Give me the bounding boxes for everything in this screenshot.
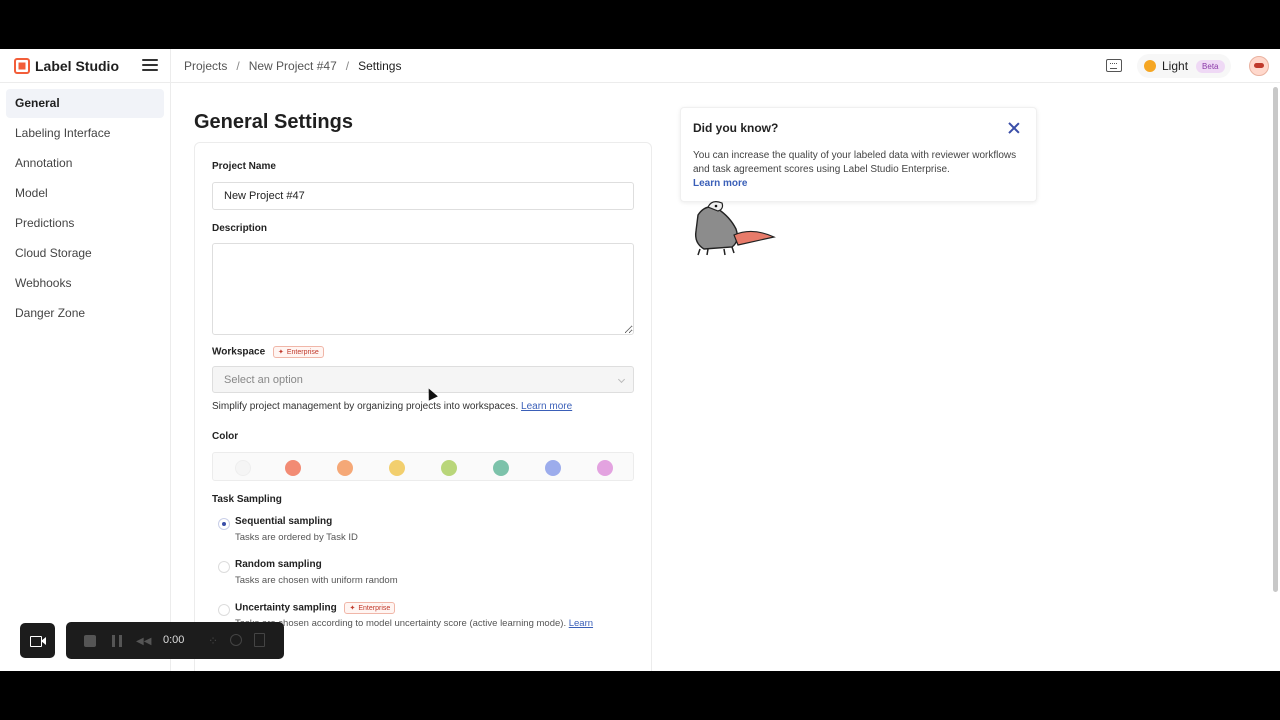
sidebar-item-general[interactable]: General: [6, 89, 164, 118]
camera-icon[interactable]: [20, 623, 55, 658]
tip-body: You can increase the quality of your lab…: [693, 149, 1023, 191]
app-window: Label Studio Projects / New Project #47 …: [0, 49, 1280, 671]
breadcrumb-separator: /: [345, 59, 350, 73]
color-swatch-red[interactable]: [285, 460, 301, 476]
divider: [170, 49, 171, 83]
stop-icon[interactable]: [84, 635, 96, 647]
chevron-down-icon: [617, 375, 626, 384]
description-label: Description: [212, 223, 268, 234]
theme-toggle[interactable]: Light Beta: [1137, 54, 1231, 78]
description-textarea[interactable]: [212, 243, 634, 335]
enterprise-badge-text: Enterprise: [286, 348, 319, 356]
enterprise-badge: ✦ Enterprise: [272, 346, 324, 358]
radio-sequential[interactable]: [218, 518, 230, 530]
sidebar-item-labeling-interface[interactable]: Labeling Interface: [6, 119, 164, 148]
color-swatch-orange[interactable]: [337, 460, 353, 476]
sidebar-item-predictions[interactable]: Predictions: [6, 209, 164, 238]
color-swatch-blue[interactable]: [545, 460, 561, 476]
radio-random[interactable]: [218, 561, 230, 573]
sidebar-item-webhooks[interactable]: Webhooks: [6, 269, 164, 298]
restart-icon[interactable]: [230, 634, 242, 646]
sidebar-item-model[interactable]: Model: [6, 179, 164, 208]
sampling-title: Random sampling: [235, 559, 322, 570]
tip-learn-more-link[interactable]: Learn more: [693, 178, 747, 189]
sampling-title: Sequential sampling: [235, 516, 333, 527]
workspace-select[interactable]: Select an option: [212, 366, 634, 393]
task-sampling-label: Task Sampling: [212, 494, 282, 505]
sampling-desc: Tasks are ordered by Task ID: [235, 532, 358, 543]
workspace-placeholder: Select an option: [224, 373, 303, 386]
workspace-learn-more-link[interactable]: Learn more: [521, 401, 572, 412]
opossum-mascot-icon: [694, 201, 776, 256]
recorder-toolbar: ◀◀ 0:00 ⁘: [66, 622, 284, 659]
close-icon[interactable]: [1008, 122, 1020, 134]
trash-icon[interactable]: [254, 633, 265, 647]
pause-icon[interactable]: [112, 635, 122, 647]
grid-icon[interactable]: ⁘: [208, 634, 218, 648]
workspace-label-text: Workspace: [212, 346, 266, 358]
sampling-title-row: Uncertainty sampling ✦ Enterprise: [235, 602, 396, 614]
color-label: Color: [212, 431, 239, 442]
breadcrumb-project[interactable]: New Project #47: [249, 59, 337, 73]
workspace-label: Workspace ✦ Enterprise: [212, 346, 324, 358]
color-swatch-white[interactable]: [235, 460, 251, 476]
menu-icon[interactable]: [142, 59, 158, 73]
sampling-desc: Tasks are chosen according to model unce…: [235, 618, 567, 629]
project-name-input[interactable]: New Project #47: [212, 182, 634, 210]
workspace-help: Simplify project management by organizin…: [212, 401, 572, 412]
rewind-icon[interactable]: ◀◀: [136, 636, 151, 647]
sampling-desc-row: Tasks are chosen according to model unce…: [235, 618, 593, 629]
sidebar-item-annotation[interactable]: Annotation: [6, 149, 164, 178]
page-title: General Settings: [194, 111, 353, 133]
sun-icon: [1144, 60, 1156, 72]
color-swatch-pink[interactable]: [597, 460, 613, 476]
recording-time: 0:00: [163, 634, 185, 646]
user-avatar[interactable]: [1249, 56, 1269, 76]
sampling-title: Uncertainty sampling: [235, 602, 337, 614]
uncertainty-learn-link[interactable]: Learn: [569, 618, 593, 629]
breadcrumb-separator: /: [236, 59, 240, 73]
color-picker: [212, 452, 634, 481]
settings-form: Project Name New Project #47 Description…: [194, 142, 652, 671]
tip-body-text: You can increase the quality of your lab…: [693, 150, 1017, 175]
project-name-label: Project Name: [212, 161, 276, 172]
color-swatch-teal[interactable]: [493, 460, 509, 476]
sidebar-item-danger-zone[interactable]: Danger Zone: [6, 299, 164, 328]
sidebar-item-cloud-storage[interactable]: Cloud Storage: [6, 239, 164, 268]
breadcrumb: Projects / New Project #47 / Settings: [184, 59, 401, 73]
breadcrumb-settings: Settings: [358, 59, 402, 73]
enterprise-badge-text: Enterprise: [358, 604, 391, 612]
top-bar: Label Studio Projects / New Project #47 …: [0, 49, 1280, 83]
sampling-desc: Tasks are chosen with uniform random: [235, 575, 398, 586]
app-name: Label Studio: [35, 58, 119, 74]
radio-uncertainty[interactable]: [218, 604, 230, 616]
tip-title: Did you know?: [693, 121, 779, 135]
breadcrumb-projects[interactable]: Projects: [184, 59, 227, 73]
workspace-help-text: Simplify project management by organizin…: [212, 401, 519, 412]
keyboard-shortcuts-icon[interactable]: [1106, 59, 1122, 72]
sparkle-icon: ✦: [349, 605, 356, 612]
page-scrollbar[interactable]: [1273, 87, 1278, 592]
sparkle-icon: ✦: [277, 349, 284, 356]
color-swatch-yellow[interactable]: [389, 460, 405, 476]
settings-sidebar: General Labeling Interface Annotation Mo…: [0, 83, 171, 671]
label-studio-logo-icon: [14, 58, 30, 74]
color-swatch-green[interactable]: [441, 460, 457, 476]
enterprise-badge: ✦ Enterprise: [344, 602, 396, 614]
beta-badge: Beta: [1196, 59, 1225, 73]
theme-label: Light: [1162, 59, 1189, 73]
did-you-know-card: Did you know? You can increase the quali…: [680, 107, 1037, 202]
app-logo[interactable]: Label Studio: [14, 58, 119, 74]
